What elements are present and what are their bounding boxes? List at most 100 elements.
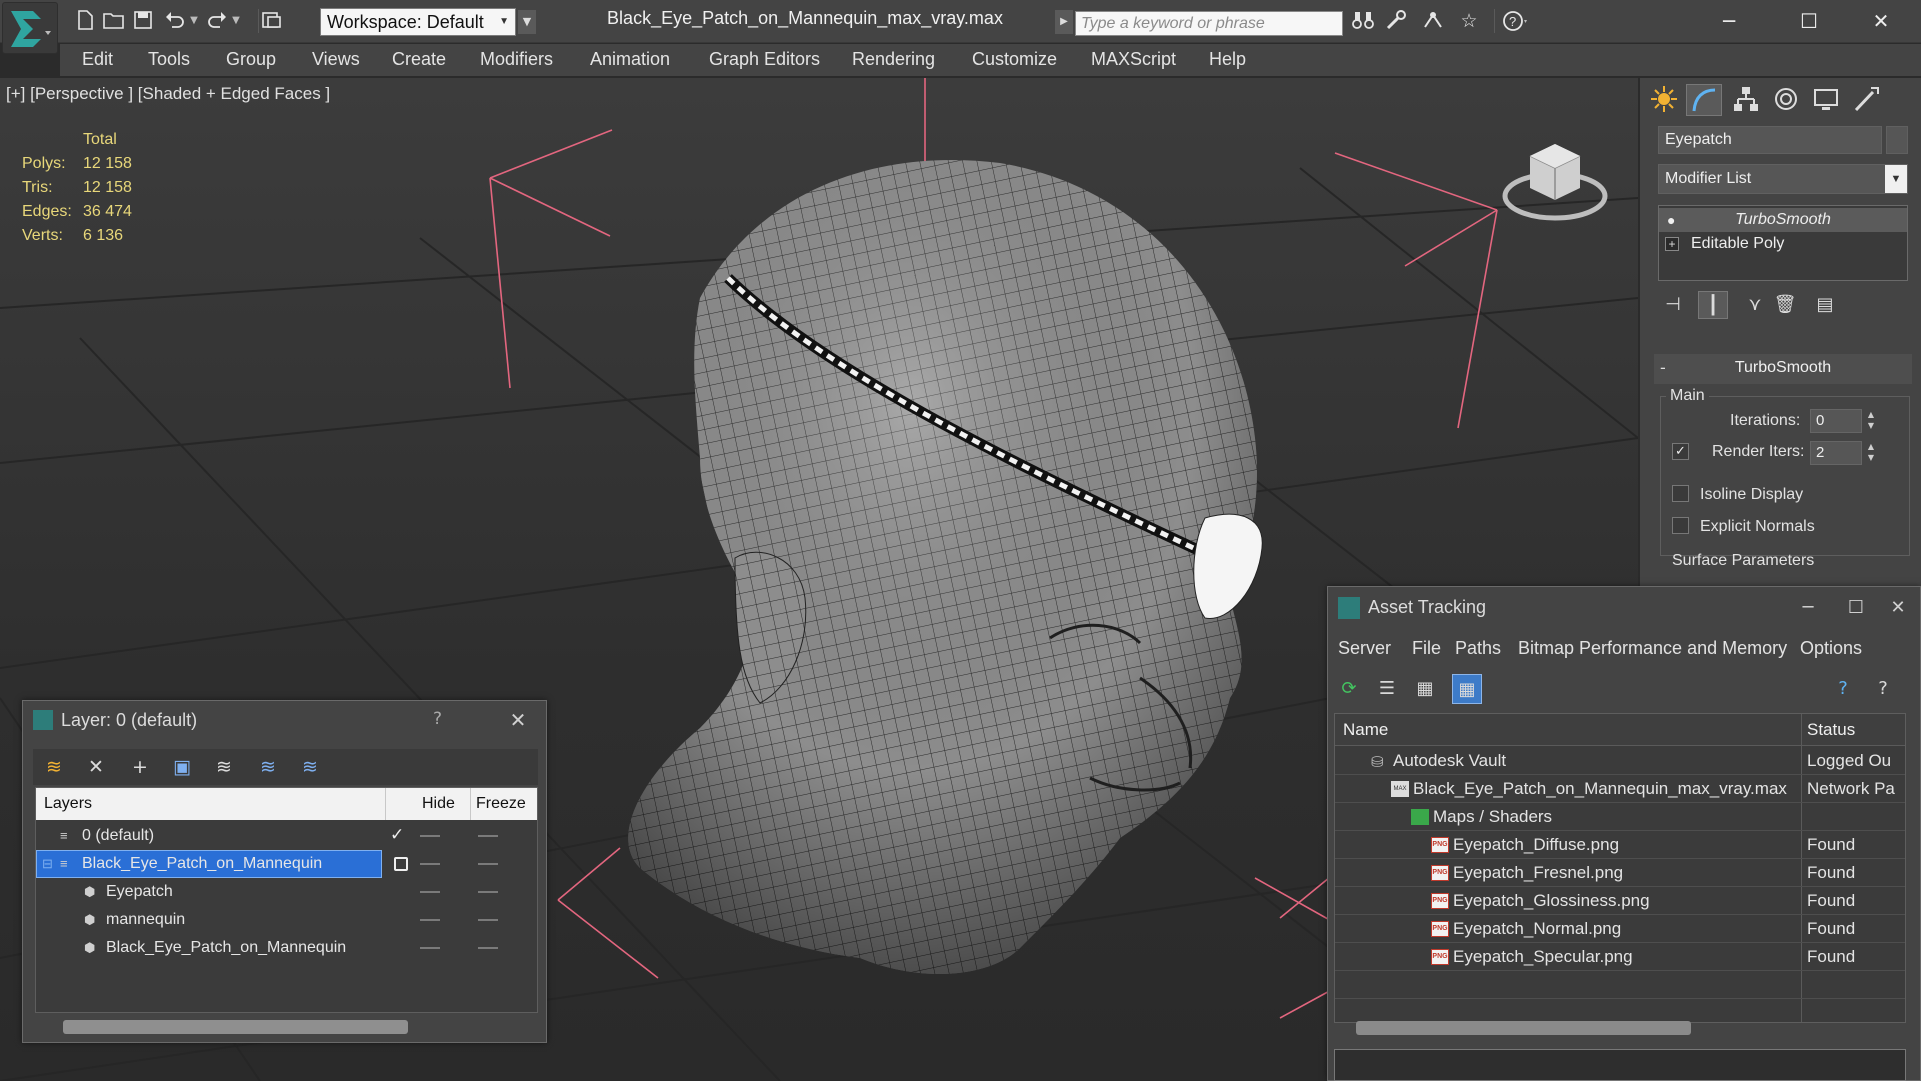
- set-current-layer-icon[interactable]: [394, 857, 408, 871]
- column-header-freeze[interactable]: Freeze: [476, 795, 526, 813]
- stack-item-editable-poly[interactable]: + Editable Poly: [1659, 232, 1907, 256]
- hide-all-layers-icon[interactable]: ≋: [295, 753, 325, 781]
- select-layers-icon[interactable]: ≋: [209, 753, 239, 781]
- new-layer-icon[interactable]: ≋: [39, 753, 69, 781]
- asset-row[interactable]: ⛁ Autodesk Vault Logged Ou: [1335, 747, 1905, 775]
- spinner-arrows-icon[interactable]: ▲ ▼: [1864, 441, 1878, 465]
- hierarchy-tab-icon[interactable]: [1728, 84, 1764, 116]
- tools-wrench-icon[interactable]: [1384, 9, 1410, 33]
- undo-icon[interactable]: [162, 9, 188, 33]
- search-input[interactable]: Type a keyword or phrase: [1075, 11, 1343, 36]
- iterations-spinner[interactable]: 0: [1810, 409, 1862, 433]
- undo-dropdown-icon[interactable]: ▼: [188, 9, 200, 33]
- create-tab-icon[interactable]: [1646, 84, 1682, 116]
- menu-graph-editors[interactable]: Graph Editors: [709, 49, 820, 70]
- search-expand-icon[interactable]: ▶: [1055, 10, 1073, 34]
- refresh-icon[interactable]: ⟳: [1334, 674, 1364, 704]
- menu-tools[interactable]: Tools: [148, 49, 190, 70]
- freeze-toggle[interactable]: [478, 891, 498, 893]
- spinner-arrows-icon[interactable]: ▲ ▼: [1864, 409, 1878, 433]
- hide-toggle[interactable]: [420, 947, 440, 949]
- menu-customize[interactable]: Customize: [972, 49, 1057, 70]
- viewport-label[interactable]: [+] [Perspective ] [Shaded + Edged Faces…: [6, 84, 330, 104]
- turbosmooth-rollout-header[interactable]: - TurboSmooth: [1654, 354, 1912, 384]
- hide-toggle[interactable]: [420, 835, 440, 837]
- expand-plus-icon[interactable]: +: [1665, 237, 1679, 251]
- menu-help[interactable]: Help: [1209, 49, 1246, 70]
- save-icon[interactable]: [130, 9, 156, 33]
- show-end-result-icon[interactable]: ┃: [1698, 291, 1728, 319]
- column-header-layers[interactable]: Layers: [44, 795, 92, 813]
- modifier-list-dropdown[interactable]: Modifier List ▼: [1658, 164, 1908, 194]
- asset-row[interactable]: Maps / Shaders: [1335, 803, 1905, 831]
- viewcube-icon[interactable]: [1500, 126, 1610, 231]
- minimize-icon[interactable]: ─: [1706, 6, 1752, 36]
- asset-row[interactable]: MAX Black_Eye_Patch_on_Mannequin_max_vra…: [1335, 775, 1905, 803]
- menu-modifiers[interactable]: Modifiers: [480, 49, 553, 70]
- column-divider[interactable]: [385, 788, 386, 820]
- asset-row[interactable]: PNG Eyepatch_Diffuse.png Found: [1335, 831, 1905, 859]
- lightbulb-icon[interactable]: ●: [1667, 208, 1675, 232]
- object-color-swatch[interactable]: [1886, 126, 1908, 154]
- binoculars-icon[interactable]: [1350, 9, 1376, 33]
- explicit-normals-checkbox[interactable]: [1672, 517, 1689, 534]
- new-file-icon[interactable]: [72, 9, 98, 33]
- workspace-select[interactable]: Workspace: Default ▼: [320, 8, 516, 36]
- thumbnail-view-icon[interactable]: ▦: [1410, 674, 1440, 704]
- asset-tracking-titlebar[interactable]: Asset Tracking ─ ☐ ✕: [1328, 587, 1920, 631]
- app-logo-icon[interactable]: [2, 2, 58, 54]
- asset-row[interactable]: PNG Eyepatch_Fresnel.png Found: [1335, 859, 1905, 887]
- motion-tab-icon[interactable]: [1768, 84, 1804, 116]
- freeze-toggle[interactable]: [478, 835, 498, 837]
- asset-row[interactable]: PNG Eyepatch_Normal.png Found: [1335, 915, 1905, 943]
- freeze-toggle[interactable]: [478, 919, 498, 921]
- render-iters-checkbox[interactable]: ✓: [1672, 443, 1689, 460]
- collapse-minus-icon[interactable]: ⊟: [42, 857, 56, 871]
- freeze-toggle[interactable]: [478, 947, 498, 949]
- pin-stack-icon[interactable]: ⊣: [1658, 291, 1688, 319]
- asset-row[interactable]: PNG Eyepatch_Glossiness.png Found: [1335, 887, 1905, 915]
- menu-edit[interactable]: Edit: [82, 49, 113, 70]
- list-view-icon[interactable]: ☰: [1372, 674, 1402, 704]
- open-folder-icon[interactable]: [101, 9, 127, 33]
- column-divider[interactable]: [470, 788, 471, 820]
- layer-row[interactable]: ⬢ Black_Eye_Patch_on_Mannequin: [36, 934, 537, 962]
- current-layer-check-icon[interactable]: ✓: [390, 825, 404, 845]
- context-help-icon[interactable]: ?: [1868, 674, 1898, 704]
- modify-tab-icon[interactable]: [1686, 84, 1722, 116]
- layer-row[interactable]: ≡ 0 (default) ✓: [36, 822, 537, 850]
- hide-toggle[interactable]: [420, 863, 440, 865]
- favorites-star-icon[interactable]: ☆: [1456, 9, 1482, 33]
- hide-toggle[interactable]: [420, 919, 440, 921]
- display-tab-icon[interactable]: [1808, 84, 1844, 116]
- render-iters-spinner[interactable]: 2: [1810, 441, 1862, 465]
- stack-item-turbosmooth[interactable]: ● TurboSmooth: [1659, 208, 1907, 232]
- help-icon[interactable]: ?: [433, 709, 442, 729]
- configure-sets-icon[interactable]: ▤: [1810, 291, 1840, 319]
- table-view-icon[interactable]: ▦: [1452, 674, 1482, 704]
- isoline-display-checkbox[interactable]: [1672, 485, 1689, 502]
- delete-layer-icon[interactable]: ✕: [81, 753, 111, 781]
- horizontal-scrollbar[interactable]: [1356, 1021, 1691, 1035]
- maximize-icon[interactable]: ☐: [1836, 593, 1876, 623]
- menu-file[interactable]: File: [1412, 638, 1441, 659]
- layer-row[interactable]: ⬢ mannequin: [36, 906, 537, 934]
- column-header-name[interactable]: Name: [1343, 720, 1388, 740]
- menu-maxscript[interactable]: MAXScript: [1091, 49, 1176, 70]
- menu-bitmap-performance[interactable]: Bitmap Performance and Memory: [1518, 638, 1787, 659]
- menu-rendering[interactable]: Rendering: [852, 49, 935, 70]
- redo-icon[interactable]: [204, 9, 230, 33]
- layer-row[interactable]: ⬢ Eyepatch: [36, 878, 537, 906]
- utilities-tab-icon[interactable]: [1848, 84, 1884, 116]
- menu-create[interactable]: Create: [392, 49, 446, 70]
- make-unique-icon[interactable]: ⋎: [1740, 291, 1770, 319]
- project-folder-icon[interactable]: [258, 9, 284, 33]
- add-to-layer-icon[interactable]: +: [125, 753, 155, 781]
- network-icon[interactable]: [1420, 9, 1446, 33]
- menu-views[interactable]: Views: [312, 49, 360, 70]
- remove-modifier-icon[interactable]: 🗑: [1770, 291, 1800, 319]
- menu-animation[interactable]: Animation: [590, 49, 670, 70]
- layer-explorer-titlebar[interactable]: Layer: 0 (default): [23, 701, 546, 739]
- freeze-toggle[interactable]: [478, 863, 498, 865]
- highlight-layer-icon[interactable]: ≋: [253, 753, 283, 781]
